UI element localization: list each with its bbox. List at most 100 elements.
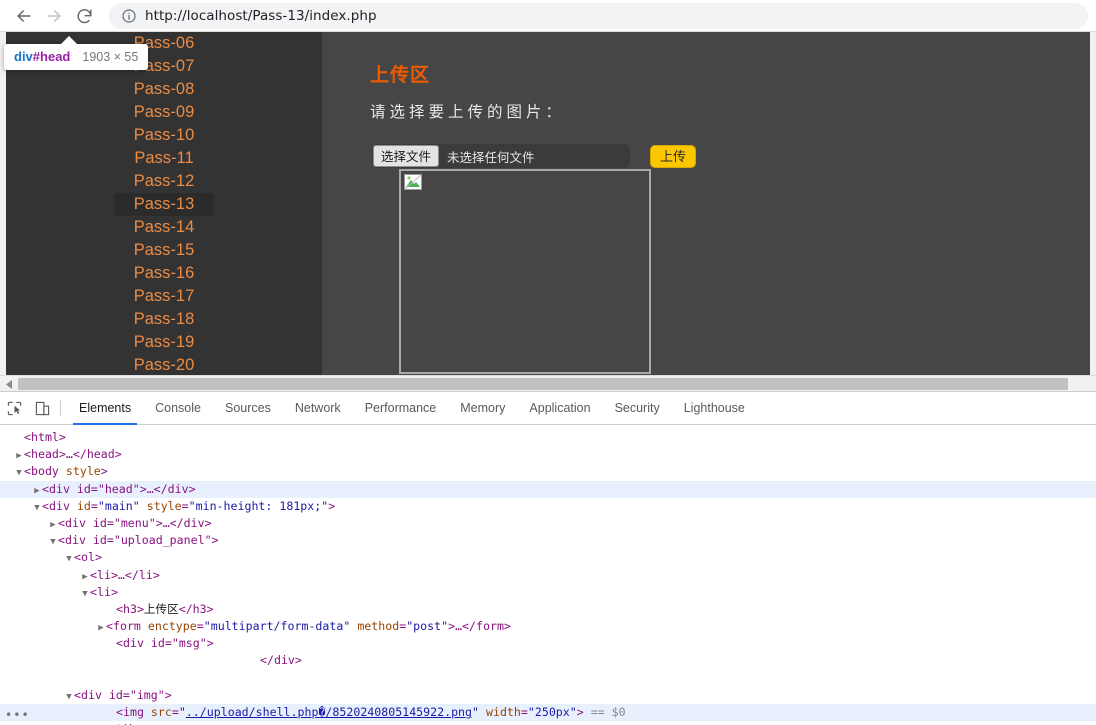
menu-item[interactable]: Pass-10 xyxy=(6,124,322,147)
tab-memory[interactable]: Memory xyxy=(448,392,517,425)
menu-item-label: Pass-16 xyxy=(133,264,195,282)
devtools-panel: Elements Console Sources Network Perform… xyxy=(0,391,1096,725)
file-input[interactable]: 选择文件 未选择任何文件 xyxy=(372,144,630,168)
upload-prompt-text: 请选择要上传的图片： xyxy=(370,104,566,121)
dom-line[interactable]: ▶ <li>…</li> xyxy=(0,567,1096,584)
dom-text: <div id="upload_panel"> xyxy=(58,533,219,548)
tooltip-dimensions: 1903 × 55 xyxy=(82,50,139,64)
dom-text: <img xyxy=(116,705,144,719)
tab-performance[interactable]: Performance xyxy=(353,392,449,425)
menu-item[interactable]: Pass-15 xyxy=(6,239,322,262)
dom-line[interactable]: ▼ <li> xyxy=(0,584,1096,601)
tooltip-tag-name: div xyxy=(14,49,33,64)
menu-item-label: Pass-19 xyxy=(133,333,195,351)
toolbar-separator xyxy=(60,400,61,416)
menu-item[interactable]: Pass-19 xyxy=(6,331,322,354)
dom-attr: width xyxy=(485,705,521,719)
menu-item-label: Pass-17 xyxy=(133,287,195,305)
menu-item[interactable]: Pass-14 xyxy=(6,216,322,239)
site-info-icon[interactable] xyxy=(121,8,137,24)
dom-line[interactable]: ▶ <div id="menu">…</div> xyxy=(0,515,1096,532)
dom-text: <li> xyxy=(90,584,118,599)
dom-line[interactable]: ▶ <form enctype="multipart/form-data" met… xyxy=(0,618,1096,635)
menu-item[interactable]: Pass-09 xyxy=(6,101,322,124)
dom-line[interactable]: ▶ <head>…</head> xyxy=(0,446,1096,463)
dom-attr: enctype xyxy=(147,619,197,634)
dom-text: >…</form> xyxy=(448,619,511,634)
upload-area-title: 上传区 xyxy=(370,65,431,86)
image-src-link[interactable]: ../upload/shell.php�/8520240805145922.pn… xyxy=(186,705,472,719)
tab-lighthouse[interactable]: Lighthouse xyxy=(672,392,757,425)
menu-item-label: Pass-13 xyxy=(114,193,214,216)
dom-line[interactable]: ▼ <div id="main" style="min-height: 181px… xyxy=(0,498,1096,515)
tab-application[interactable]: Application xyxy=(517,392,602,425)
dom-text: <div id="menu">…</div> xyxy=(58,515,212,530)
tab-security[interactable]: Security xyxy=(603,392,672,425)
inspect-element-icon[interactable] xyxy=(0,395,28,421)
dom-value: "250px" xyxy=(527,705,577,719)
dom-attr: method xyxy=(357,619,400,634)
dom-text: <ol> xyxy=(74,550,102,565)
menu-item[interactable]: Pass-20 xyxy=(6,354,322,375)
dom-line[interactable]: ▶<div id="msg"> xyxy=(0,635,1096,652)
dom-line[interactable]: ▼ <div id="img"> xyxy=(0,687,1096,704)
address-bar[interactable]: http://localhost/Pass-13/index.php xyxy=(109,3,1088,29)
tab-sources[interactable]: Sources xyxy=(213,392,283,425)
upload-form-row: 选择文件 未选择任何文件 上传 xyxy=(372,144,697,168)
dom-line-selected[interactable]: ••• ▶<img src="../upload/shell.php�/8520… xyxy=(0,704,1096,722)
menu-item[interactable]: Pass-12 xyxy=(6,170,322,193)
dom-text: > xyxy=(576,705,584,719)
dom-value: "post" xyxy=(406,619,449,634)
menu-item-label: Pass-09 xyxy=(133,103,195,121)
dom-text: <html> xyxy=(24,430,66,444)
uploaded-image-box xyxy=(399,169,651,374)
file-name-text: 未选择任何文件 xyxy=(447,150,535,165)
dom-line[interactable]: ▼ <div id="upload_panel"> xyxy=(0,532,1096,549)
tab-network[interactable]: Network xyxy=(283,392,353,425)
choose-file-button[interactable]: 选择文件 xyxy=(373,145,440,167)
dom-line[interactable]: ▶</div> xyxy=(0,721,1096,725)
upload-submit-button[interactable]: 上传 xyxy=(650,144,697,168)
dom-attr: style xyxy=(146,498,182,513)
menu-item[interactable]: Pass-08 xyxy=(6,78,322,101)
menu-item[interactable]: Pass-11 xyxy=(6,147,322,170)
dom-line[interactable]: ▼ <ol> xyxy=(0,549,1096,566)
broken-image-icon xyxy=(404,174,422,190)
page-body: Pass-05 Pass-06 Pass-07 Pass-08 Pass-09 … xyxy=(6,32,1090,375)
dom-line[interactable]: </div> xyxy=(0,652,1096,669)
menu-item-label: Pass-15 xyxy=(133,241,195,259)
tab-elements[interactable]: Elements xyxy=(67,392,143,425)
menu-item-label: Pass-18 xyxy=(133,310,195,328)
dom-text: > xyxy=(100,464,108,479)
device-toolbar-icon[interactable] xyxy=(28,395,56,421)
dom-line[interactable]: ▶ xyxy=(0,670,1096,687)
dom-value: "min-height: 181px;" xyxy=(188,498,329,513)
reload-button[interactable] xyxy=(69,2,99,30)
menu-item-label: Pass-14 xyxy=(133,218,195,236)
dom-line[interactable]: ▶ <div id="head">…</div> xyxy=(0,480,1096,498)
dom-line[interactable]: ▶<h3>上传区</h3> xyxy=(0,601,1096,618)
dom-attr: src xyxy=(150,705,172,719)
forward-button[interactable] xyxy=(39,2,69,30)
dom-attr: id xyxy=(76,498,91,513)
menu-item-active[interactable]: Pass-13 xyxy=(6,193,322,216)
dom-value: " xyxy=(472,705,479,719)
browser-toolbar: http://localhost/Pass-13/index.php xyxy=(0,0,1096,32)
tab-console[interactable]: Console xyxy=(143,392,213,425)
dom-text: <div xyxy=(42,498,70,513)
back-button[interactable] xyxy=(9,2,39,30)
dom-line[interactable]: ▼ <body style> xyxy=(0,463,1096,480)
scroll-left-arrow-icon[interactable] xyxy=(2,377,16,391)
dom-text: <body xyxy=(24,464,59,479)
menu-item[interactable]: Pass-17 xyxy=(6,285,322,308)
menu-item[interactable]: Pass-16 xyxy=(6,262,322,285)
menu-item[interactable]: Pass-18 xyxy=(6,308,322,331)
tooltip-element-id: #head xyxy=(32,49,71,64)
dom-line[interactable]: ▶<html> xyxy=(0,429,1096,446)
menu-item-label: Pass-12 xyxy=(133,172,195,190)
scrollbar-thumb[interactable] xyxy=(18,378,1068,390)
dom-text: <div id="msg"> xyxy=(116,636,214,651)
dom-text: <div id="img"> xyxy=(74,687,172,702)
page-horizontal-scrollbar[interactable] xyxy=(0,375,1096,391)
selected-node-marker: == $0 xyxy=(590,705,626,719)
